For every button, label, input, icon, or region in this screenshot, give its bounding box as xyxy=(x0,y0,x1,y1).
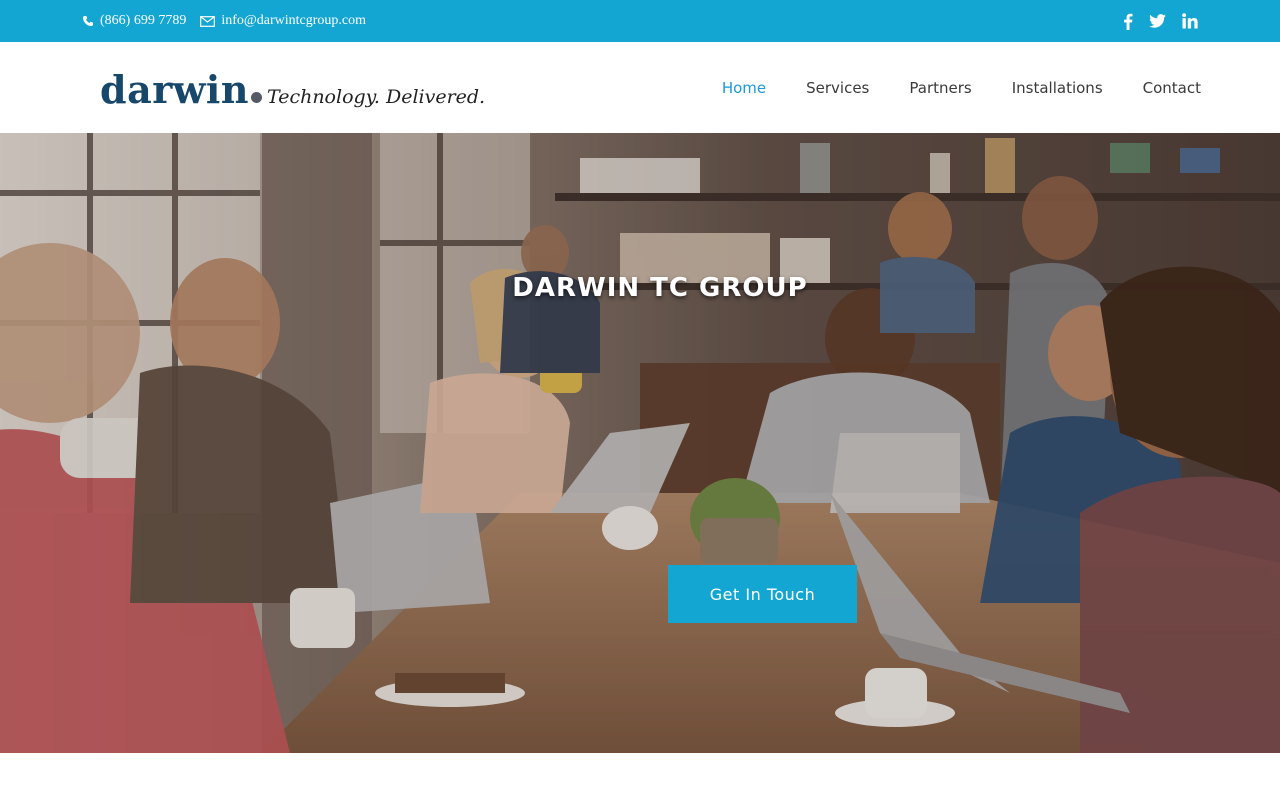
linkedin-link[interactable] xyxy=(1182,13,1198,29)
email-address: info@darwintcgroup.com xyxy=(221,13,367,28)
social-links xyxy=(1107,0,1198,42)
hero-title: DARWIN TC GROUP xyxy=(512,273,808,303)
phone-icon xyxy=(83,16,93,26)
facebook-icon xyxy=(1124,13,1133,30)
nav-services[interactable]: Services xyxy=(806,79,869,97)
logo-wordmark: darwin xyxy=(100,67,249,112)
twitter-link[interactable] xyxy=(1149,14,1166,28)
top-bar: (866) 699 7789 info@darwintcgroup.com xyxy=(0,0,1280,42)
mail-icon xyxy=(200,15,216,27)
hero-overlay xyxy=(0,133,1280,753)
twitter-icon xyxy=(1149,14,1166,28)
nav-home[interactable]: Home xyxy=(722,79,766,97)
main-nav: Home Services Partners Installations Con… xyxy=(682,42,1201,133)
logo-dot xyxy=(251,92,262,103)
facebook-link[interactable] xyxy=(1123,13,1133,30)
linkedin-icon xyxy=(1182,13,1198,29)
get-in-touch-button[interactable]: Get In Touch xyxy=(668,565,857,623)
site-header: darwin Technology. Delivered. Home Servi… xyxy=(0,42,1280,133)
site-logo[interactable]: darwin Technology. Delivered. xyxy=(100,66,485,110)
logo-tagline: Technology. Delivered. xyxy=(267,86,486,108)
email-link[interactable]: info@darwintcgroup.com xyxy=(200,13,366,29)
contact-info: (866) 699 7789 info@darwintcgroup.com xyxy=(82,0,380,42)
phone-link[interactable]: (866) 699 7789 xyxy=(82,13,186,29)
nav-installations[interactable]: Installations xyxy=(1012,79,1103,97)
hero-banner: DARWIN TC GROUP Get In Touch xyxy=(0,133,1280,753)
nav-contact[interactable]: Contact xyxy=(1143,79,1201,97)
phone-number: (866) 699 7789 xyxy=(100,13,187,28)
nav-partners[interactable]: Partners xyxy=(909,79,971,97)
